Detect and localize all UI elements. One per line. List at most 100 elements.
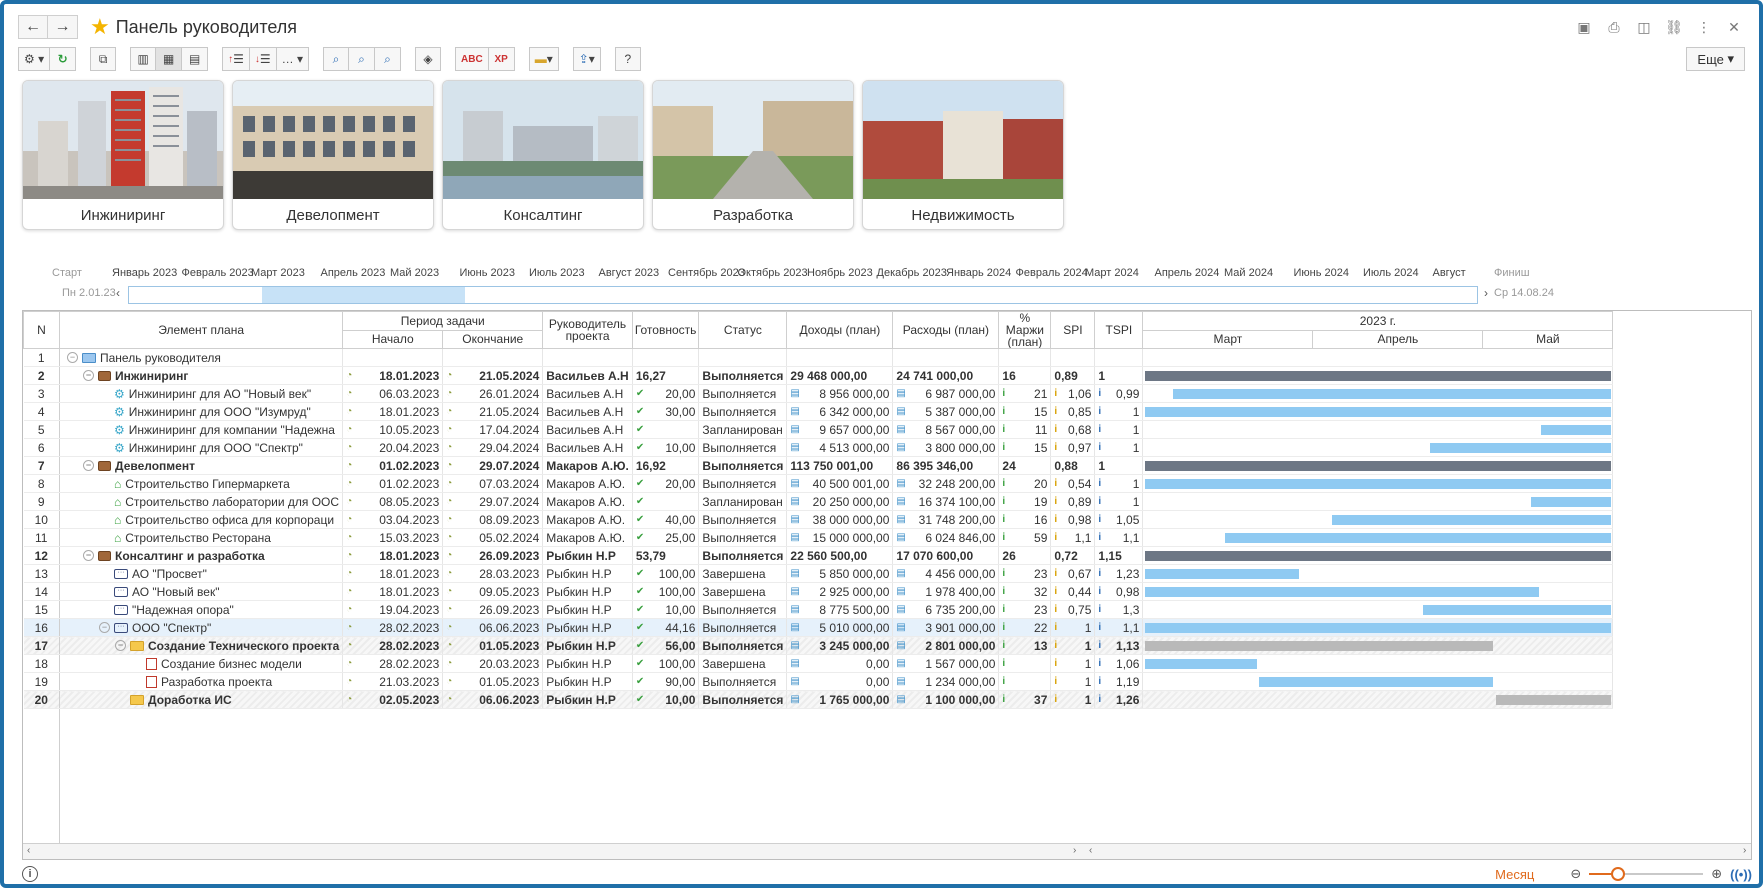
plan-element-cell[interactable]: ⌂ Строительство Ресторана xyxy=(59,528,344,547)
income-value-cell[interactable] xyxy=(786,348,894,367)
plan-element-cell[interactable]: ⚙ Инжиниринг для ООО "Изумруд" xyxy=(59,402,344,421)
end-date-cell[interactable]: ◔ 26.01.2024 xyxy=(442,384,544,403)
zoom-in-icon[interactable]: ⊕ xyxy=(1711,866,1722,882)
collapse-toggle-icon[interactable]: − xyxy=(67,352,78,363)
spi-value-cell[interactable]: i 0,44 xyxy=(1050,582,1096,601)
tspi-value-cell[interactable]: i 1,13 xyxy=(1094,636,1144,655)
start-date-cell[interactable]: ◔ 20.04.2023 xyxy=(342,438,444,457)
margin-value-cell[interactable]: 26 xyxy=(998,546,1052,565)
income-value-cell[interactable]: 22 560 500,00 xyxy=(786,546,894,565)
row-number[interactable]: 11 xyxy=(23,528,60,547)
col-n[interactable]: N xyxy=(23,311,60,349)
end-date-cell[interactable]: ◔ 20.03.2023 xyxy=(442,654,544,673)
row-number[interactable]: 18 xyxy=(23,654,60,673)
gantt-bar[interactable] xyxy=(1145,479,1612,489)
status-cell[interactable]: Запланирован xyxy=(698,492,788,511)
table-row[interactable]: 2 − Инжиниринг ◔ 18.01.2023 ◔ 21.05.2024 Василь… xyxy=(23,366,1614,385)
status-cell[interactable]: Выполняется xyxy=(698,600,788,619)
end-date-cell[interactable]: ◔ 01.05.2023 xyxy=(442,672,544,691)
gantt-view-icon[interactable]: ▤ xyxy=(182,47,209,71)
ready-cell[interactable]: ✔ 44,16 xyxy=(632,618,700,637)
ready-cell[interactable] xyxy=(632,348,700,367)
timeline-month[interactable]: Июль 2023 xyxy=(529,267,585,279)
timeline-month[interactable]: Апрель 2024 xyxy=(1155,267,1220,279)
manager-cell[interactable]: Васильев А.Н xyxy=(542,402,633,421)
forward-arrow-icon[interactable]: → xyxy=(48,15,78,39)
gantt-bar[interactable] xyxy=(1145,371,1612,381)
tspi-value-cell[interactable]: i 1,1 xyxy=(1094,528,1144,547)
plan-element-cell[interactable]: Создание бизнес модели xyxy=(59,654,344,673)
row-number[interactable]: 19 xyxy=(23,672,60,691)
tspi-value-cell[interactable]: i1 xyxy=(1094,492,1144,511)
table-row[interactable]: 5 ⚙ Инжиниринг для компании "Надежна ◔ 10.05… xyxy=(23,420,1614,439)
row-number[interactable]: 20 xyxy=(23,690,60,709)
table-row[interactable]: 4 ⚙ Инжиниринг для ООО "Изумруд" ◔ 18.01.202… xyxy=(23,402,1614,421)
settings-gear-icon[interactable]: ⚙ ▾ xyxy=(18,47,51,71)
table-row[interactable]: 13 ··· АО "Просвет" ◔ 18.01.2023 ◔ 28.03.2023 Р… xyxy=(23,564,1614,583)
gantt-bar[interactable] xyxy=(1145,551,1612,561)
col-expense[interactable]: Расходы (план) xyxy=(892,311,1000,349)
spi-value-cell[interactable]: i 0,75 xyxy=(1050,600,1096,619)
start-date-cell[interactable]: ◔ 21.03.2023 xyxy=(342,672,444,691)
report-xyz-icon[interactable]: XP xyxy=(488,47,515,71)
spi-value-cell[interactable]: i1 xyxy=(1050,618,1096,637)
tspi-value-cell[interactable]: 1 xyxy=(1094,366,1144,385)
expense-value-cell[interactable]: ▤ 1 100 000,00 xyxy=(892,690,1000,709)
timeline-month[interactable]: Январь 2023 xyxy=(112,267,177,279)
row-number[interactable]: 14 xyxy=(23,582,60,601)
income-value-cell[interactable]: ▤ 20 250 000,00 xyxy=(786,492,894,511)
income-value-cell[interactable]: ▤ 8 775 500,00 xyxy=(786,600,894,619)
plan-element-cell[interactable]: ⌂ Строительство офиса для корпораци xyxy=(59,510,344,529)
row-number[interactable]: 12 xyxy=(23,546,60,565)
gantt-bar[interactable] xyxy=(1145,407,1612,417)
spi-value-cell[interactable]: i 0,89 xyxy=(1050,492,1096,511)
timeline-month[interactable]: Февраль 2024 xyxy=(1016,267,1088,279)
manager-cell[interactable] xyxy=(542,348,633,367)
status-cell[interactable]: Выполняется xyxy=(698,546,788,565)
col-start[interactable]: Начало xyxy=(342,329,444,349)
plan-element-cell[interactable]: ··· АО "Просвет" xyxy=(59,564,344,583)
timeline-left-chevron-icon[interactable]: ‹ xyxy=(116,286,120,300)
col-element[interactable]: Элемент плана xyxy=(58,311,344,349)
status-cell[interactable]: Выполняется xyxy=(698,438,788,457)
spi-value-cell[interactable]: i1 xyxy=(1050,654,1096,673)
tspi-value-cell[interactable]: i 1,26 xyxy=(1094,690,1144,709)
spi-value-cell[interactable]: 0,88 xyxy=(1050,456,1096,475)
search-prev-icon[interactable]: ⌕ xyxy=(375,47,402,71)
ready-cell[interactable]: ✔ 10,00 xyxy=(632,600,700,619)
collapse-toggle-icon[interactable]: − xyxy=(83,550,94,561)
income-value-cell[interactable]: ▤ 0,00 xyxy=(786,672,894,691)
table-row[interactable]: 12 − Консалтинг и разработка ◔ 18.01.2023 ◔ 26… xyxy=(23,546,1614,565)
gantt-bar[interactable] xyxy=(1145,587,1540,597)
gantt-bar[interactable] xyxy=(1145,659,1258,669)
table-row[interactable]: 11 ⌂ Строительство Ресторана ◔ 15.03.2023 ◔ 05… xyxy=(23,528,1614,547)
start-date-cell[interactable]: ◔ 28.02.2023 xyxy=(342,636,444,655)
ready-cell[interactable]: ✔ 100,00 xyxy=(632,654,700,673)
margin-value-cell[interactable]: i xyxy=(998,672,1052,691)
income-value-cell[interactable]: ▤ 5 010 000,00 xyxy=(786,618,894,637)
tspi-value-cell[interactable]: 1,15 xyxy=(1094,546,1144,565)
ready-cell[interactable]: ✔ 30,00 xyxy=(632,402,700,421)
ready-cell[interactable]: ✔ 20,00 xyxy=(632,384,700,403)
back-arrow-icon[interactable]: ← xyxy=(18,15,48,39)
timeline-month[interactable]: Апрель 2023 xyxy=(321,267,386,279)
timeline-month[interactable]: Май 2024 xyxy=(1224,267,1273,279)
tile-engineering[interactable]: Инжиниринг xyxy=(22,80,224,230)
plan-element-cell[interactable]: ⌂ Строительство Гипермаркета xyxy=(59,474,344,493)
close-icon[interactable]: ✕ xyxy=(1723,16,1745,38)
income-value-cell[interactable]: ▤ 1 765 000,00 xyxy=(786,690,894,709)
manager-cell[interactable]: Рыбкин Н.Р xyxy=(542,672,633,691)
tspi-value-cell[interactable]: i 1,05 xyxy=(1094,510,1144,529)
ready-cell[interactable]: ✔ xyxy=(632,492,700,511)
row-number[interactable]: 4 xyxy=(23,402,60,421)
link-icon[interactable]: ⛓ xyxy=(1663,16,1685,38)
end-date-cell[interactable]: ◔ 06.06.2023 xyxy=(442,618,544,637)
margin-value-cell[interactable]: i 19 xyxy=(998,492,1052,511)
start-date-cell[interactable]: ◔ 06.03.2023 xyxy=(342,384,444,403)
tspi-value-cell[interactable]: 1 xyxy=(1094,456,1144,475)
more-button[interactable]: Еще ▾ xyxy=(1686,47,1745,71)
gantt-bar[interactable] xyxy=(1145,641,1493,651)
col-end[interactable]: Окончание xyxy=(442,329,544,349)
gantt-bar[interactable] xyxy=(1258,677,1493,687)
manager-cell[interactable]: Макаров А.Ю. xyxy=(542,492,633,511)
